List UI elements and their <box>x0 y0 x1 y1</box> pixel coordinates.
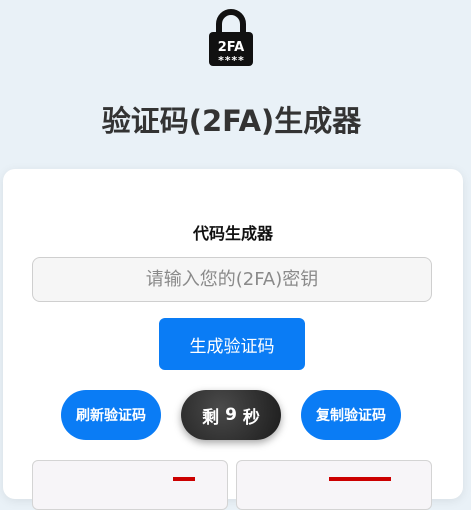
timer-seconds: 9 <box>225 405 237 425</box>
generator-card: 代码生成器 生成验证码 刷新验证码 剩 9 秒 复制验证码 <box>3 169 463 510</box>
code-display-next <box>236 460 432 510</box>
section-title: 代码生成器 <box>192 224 273 243</box>
page-title: 验证码(2FA)生成器 <box>101 104 362 138</box>
secret-key-input[interactable] <box>32 257 432 302</box>
refresh-code-button[interactable]: 刷新验证码 <box>61 390 161 440</box>
generate-code-button[interactable]: 生成验证码 <box>159 318 305 370</box>
logo-stars: **** <box>218 54 245 67</box>
countdown-timer: 剩 9 秒 <box>181 390 281 440</box>
timer-suffix: 秒 <box>242 407 260 428</box>
code-display-current <box>32 460 228 510</box>
timer-prefix: 剩 <box>202 407 220 428</box>
copy-code-button[interactable]: 复制验证码 <box>301 390 401 440</box>
logo-text: 2FA <box>218 40 245 55</box>
padlock-icon: 2FA **** <box>209 9 253 67</box>
